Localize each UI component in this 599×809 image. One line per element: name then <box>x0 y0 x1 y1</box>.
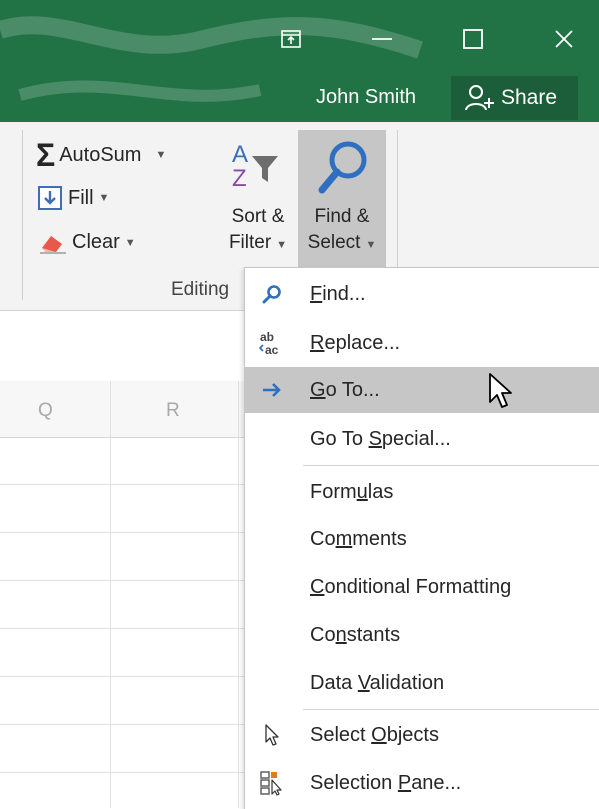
menu-separator <box>303 709 599 710</box>
menu-item-label: Data Validation <box>310 671 445 694</box>
user-name[interactable]: John Smith <box>316 86 416 109</box>
row-gridline <box>0 484 245 485</box>
fill-down-icon <box>38 186 62 210</box>
maximize-icon[interactable] <box>446 0 500 78</box>
sigma-icon: Σ <box>36 137 56 173</box>
menu-item-go-to[interactable]: Go To... <box>245 367 599 413</box>
row-gridline <box>0 580 245 581</box>
title-bar: John Smith Share <box>0 0 599 122</box>
menu-item-find[interactable]: Find... <box>245 271 599 317</box>
autosum-button[interactable]: Σ AutoSum ▼ <box>36 137 167 173</box>
mouse-cursor-icon <box>489 373 512 408</box>
menu-item-label: Formulas <box>310 480 394 503</box>
group-divider <box>22 130 23 300</box>
close-icon[interactable] <box>537 0 591 78</box>
row-gridline <box>0 772 245 773</box>
menu-item-replace[interactable]: ab ac Replace... <box>245 320 599 366</box>
find-select-label-line1: Find & <box>314 206 370 227</box>
menu-separator <box>303 465 599 466</box>
chevron-down-icon: ▼ <box>124 236 136 249</box>
clear-label: Clear <box>72 231 120 253</box>
minimize-icon[interactable] <box>355 0 409 78</box>
sort-filter-label-line2: Filter ▼ <box>228 232 288 253</box>
menu-item-label: Conditional Formatting <box>310 575 512 598</box>
find-select-menu: Find... ab ac Replace... Go To... Go To S… <box>244 267 599 809</box>
menu-item-constants[interactable]: Constants <box>245 612 599 658</box>
column-header-r[interactable]: R <box>166 400 180 422</box>
chevron-down-icon: ▼ <box>98 192 110 204</box>
menu-item-formulas[interactable]: Formulas <box>245 469 599 515</box>
chevron-down-icon: ▼ <box>155 149 167 161</box>
search-icon <box>255 271 289 317</box>
menu-item-select-objects[interactable]: Select Objects <box>245 712 599 758</box>
fill-label: Fill <box>68 186 94 209</box>
svg-text:A: A <box>232 141 248 168</box>
menu-item-label: Select Objects <box>310 723 439 746</box>
group-label-editing: Editing <box>171 279 230 300</box>
menu-item-label: Replace... <box>310 331 401 354</box>
selection-pane-icon <box>255 760 289 806</box>
find-select-content[interactable]: Find & Select ▼ <box>298 138 386 258</box>
magnifier-icon <box>318 141 367 194</box>
menu-item-label: Comments <box>310 527 407 550</box>
chevron-down-icon: ▼ <box>365 239 377 251</box>
column-gridline <box>238 381 239 808</box>
svg-text:ab: ab <box>260 330 274 344</box>
person-add-icon <box>465 85 494 111</box>
menu-item-label: Find... <box>310 282 366 305</box>
sort-filter-icon: A Z <box>232 141 278 192</box>
menu-item-label: Go To... <box>310 378 380 401</box>
row-gridline <box>0 532 245 533</box>
chevron-down-icon: ▼ <box>276 239 288 251</box>
ribbon-display-options-icon[interactable] <box>264 0 318 78</box>
sort-filter-button[interactable]: A Z Sort & Filter ▼ <box>222 138 294 258</box>
arrow-right-icon <box>255 367 289 413</box>
fill-button[interactable]: Fill ▼ <box>38 186 109 210</box>
share-label: Share <box>501 86 558 109</box>
sort-filter-label-line1: Sort & <box>231 206 285 227</box>
menu-item-label: Selection Pane... <box>310 771 462 794</box>
menu-item-comments[interactable]: Comments <box>245 516 599 562</box>
eraser-icon <box>40 235 66 254</box>
svg-text:ac: ac <box>265 343 279 356</box>
row-gridline <box>0 628 245 629</box>
menu-item-conditional-formatting[interactable]: Conditional Formatting <box>245 564 599 610</box>
row-gridline <box>0 724 245 725</box>
menu-item-label: Constants <box>310 623 401 646</box>
select-objects-icon <box>255 712 289 758</box>
column-header-q[interactable]: Q <box>38 400 53 422</box>
clear-button[interactable]: Clear ▼ <box>38 231 136 254</box>
menu-item-go-to-special[interactable]: Go To Special... <box>245 416 599 462</box>
autosum-label: AutoSum <box>59 143 142 166</box>
menu-item-selection-pane[interactable]: Selection Pane... <box>245 760 599 806</box>
find-select-label-line2: Select ▼ <box>307 232 377 253</box>
svg-text:Z: Z <box>232 165 247 192</box>
menu-item-label: Go To Special... <box>310 427 451 450</box>
column-gridline <box>110 381 111 808</box>
menu-item-data-validation[interactable]: Data Validation <box>245 660 599 706</box>
row-gridline <box>0 676 245 677</box>
share-button[interactable]: Share <box>451 76 578 120</box>
replace-icon: ab ac <box>255 320 289 366</box>
